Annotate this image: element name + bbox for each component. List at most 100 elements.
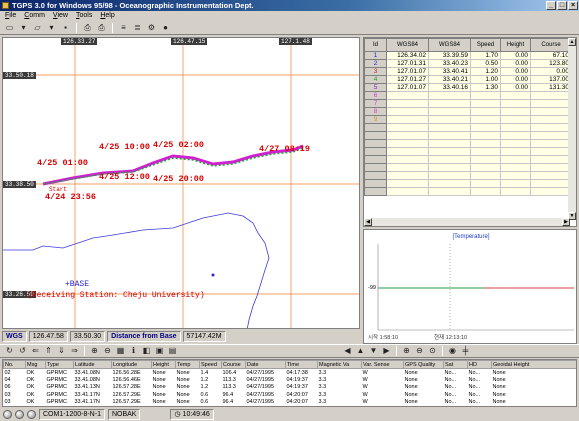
table-cell[interactable]: 1.20 [470, 67, 501, 76]
table-cell[interactable]: 0.00 [500, 67, 531, 76]
table-cell[interactable] [500, 139, 531, 148]
table-row[interactable]: 8 [364, 107, 572, 116]
table-row[interactable] [364, 139, 572, 148]
log-header-cell[interactable]: Latitude [73, 360, 112, 369]
log-header-cell[interactable]: Geoidal Height [491, 360, 576, 369]
table-cell[interactable] [530, 155, 572, 164]
table-cell[interactable] [530, 163, 572, 172]
settings-icon[interactable]: ⚙ [146, 23, 157, 33]
log-header-cell[interactable]: Msg [25, 360, 46, 369]
scroll-left-icon[interactable]: ◀ [364, 218, 372, 226]
table-cell[interactable] [530, 115, 572, 124]
log-header-cell[interactable]: Course [221, 360, 246, 369]
menu-help[interactable]: Help [100, 11, 114, 21]
table-cell[interactable]: 33.40.41 [428, 67, 471, 76]
table-row[interactable]: 6 [364, 91, 572, 100]
table-cell[interactable]: 1.00 [470, 75, 501, 84]
row-id-cell[interactable]: 8 [364, 107, 387, 116]
row-id-cell[interactable] [364, 155, 387, 164]
table-cell[interactable] [428, 171, 471, 180]
table-cell[interactable] [500, 171, 531, 180]
table-cell[interactable] [386, 171, 429, 180]
arrow-up-icon[interactable]: ▲ [355, 346, 366, 356]
zoom-in-icon[interactable]: ⊕ [89, 346, 100, 356]
grid-header-cell[interactable]: Id [364, 38, 387, 52]
table-cell[interactable] [428, 147, 471, 156]
table-row[interactable]: 9 [364, 115, 572, 124]
maximize-button[interactable]: □ [557, 1, 567, 10]
table-cell[interactable] [386, 155, 429, 164]
table-row[interactable]: 04 OK GPRMC 33.41.08N 126.56.46E None None 1.2 1… [4, 376, 577, 384]
dropdown-icon[interactable]: ▾ [18, 23, 29, 33]
log-header-cell[interactable]: Longitude [111, 360, 152, 369]
row-id-cell[interactable] [364, 163, 387, 172]
pan-left-icon[interactable]: ⇐ [30, 346, 41, 356]
menu-view[interactable]: View [53, 11, 68, 21]
table-cell[interactable]: 0.00 [500, 51, 531, 60]
table-cell[interactable]: 127.01.31 [386, 59, 429, 68]
row-id-cell[interactable] [364, 171, 387, 180]
table-cell[interactable] [470, 171, 501, 180]
log-header-cell[interactable]: HD [467, 360, 492, 369]
zoom-fit-icon[interactable]: ⊙ [427, 346, 438, 356]
table-cell[interactable] [500, 187, 531, 196]
table-cell[interactable] [500, 155, 531, 164]
log-header-cell[interactable]: Temp [175, 360, 200, 369]
log-header-cell[interactable]: Date [245, 360, 286, 369]
grid-header-cell[interactable]: WGS84 [386, 38, 429, 52]
new-icon[interactable]: ▭ [4, 23, 15, 33]
menu-file[interactable]: File [5, 11, 16, 21]
grid-header-cell[interactable]: Height [500, 38, 531, 52]
grid-header-cell[interactable]: Speed [470, 38, 501, 52]
chart-icon[interactable]: ╪ [460, 346, 471, 356]
scroll-up-icon[interactable]: ▲ [568, 38, 576, 46]
table-row[interactable] [364, 179, 572, 188]
row-id-cell[interactable]: 1 [364, 51, 387, 60]
table-cell[interactable] [530, 171, 572, 180]
row-id-cell[interactable]: 6 [364, 91, 387, 100]
vertical-scrollbar[interactable]: ▲ ▼ [568, 38, 576, 220]
table-cell[interactable]: 0.00 [500, 59, 531, 68]
table-row[interactable]: 06 OK GPRMC 33.41.13N 126.57.28E None None 1.2 1… [4, 384, 577, 392]
table-cell[interactable] [386, 179, 429, 188]
row-id-cell[interactable] [364, 179, 387, 188]
table-cell[interactable] [428, 131, 471, 140]
arrow-left-icon[interactable]: ◀ [342, 346, 353, 356]
undo-icon[interactable]: ↺ [17, 346, 28, 356]
table-row[interactable]: 5 127.01.07 33.40.16 1.30 0.00 131.30 [364, 83, 572, 92]
table-cell[interactable] [470, 107, 501, 116]
table-cell[interactable]: 0.50 [470, 59, 501, 68]
row-id-cell[interactable] [364, 147, 387, 156]
menu-comm[interactable]: Comm [24, 11, 45, 21]
table-cell[interactable] [470, 187, 501, 196]
table-cell[interactable] [428, 123, 471, 132]
table-cell[interactable]: 33.40.23 [428, 59, 471, 68]
table-cell[interactable] [428, 115, 471, 124]
table-cell[interactable] [500, 123, 531, 132]
zoom-out-icon[interactable]: ⊖ [414, 346, 425, 356]
pan-up-icon[interactable]: ⇑ [43, 346, 54, 356]
table-cell[interactable]: 1.30 [470, 83, 501, 92]
table-cell[interactable] [470, 147, 501, 156]
row-id-cell[interactable] [364, 131, 387, 140]
grid-icon[interactable]: ▦ [115, 346, 126, 356]
table-cell[interactable] [428, 179, 471, 188]
table-row[interactable] [364, 163, 572, 172]
horizontal-scrollbar[interactable]: ◀ ▶ [364, 218, 570, 226]
table-cell[interactable]: 0.00 [500, 75, 531, 84]
table-cell[interactable]: 137.00 [530, 75, 572, 84]
log-header-cell[interactable]: Height [151, 360, 176, 369]
close-button[interactable]: × [568, 1, 578, 10]
table-cell[interactable] [470, 163, 501, 172]
table-cell[interactable] [500, 147, 531, 156]
table-cell[interactable] [500, 91, 531, 100]
table-row[interactable]: 4 127.01.27 33.40.21 1.00 0.00 137.00 [364, 75, 572, 84]
table-cell[interactable] [386, 123, 429, 132]
table-cell[interactable] [386, 107, 429, 116]
table-cell[interactable] [470, 139, 501, 148]
table-cell[interactable] [500, 99, 531, 108]
marker-icon[interactable]: ◧ [141, 346, 152, 356]
table-cell[interactable] [530, 91, 572, 100]
table-row[interactable]: 1 126.34.02 33.39.59 1.70 0.00 67.10 [364, 51, 572, 60]
stop-icon[interactable]: ● [160, 23, 171, 33]
